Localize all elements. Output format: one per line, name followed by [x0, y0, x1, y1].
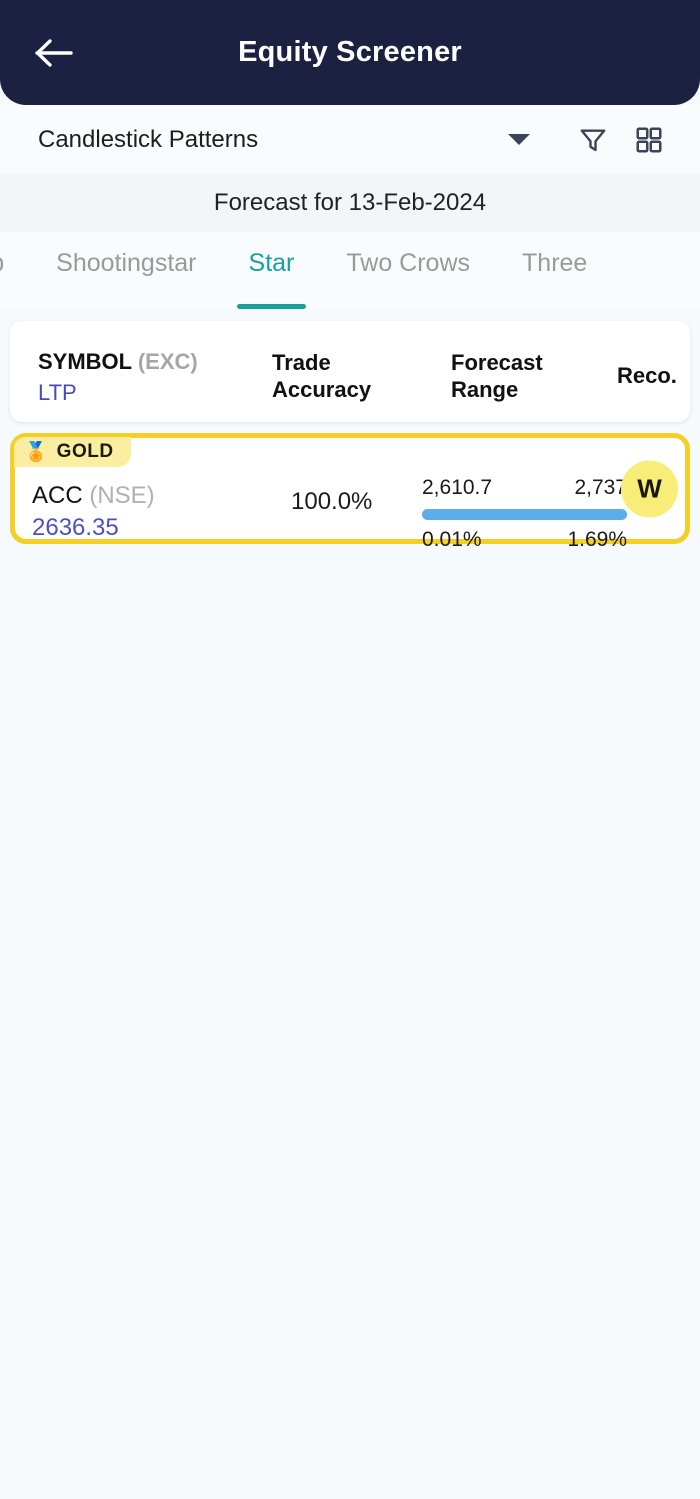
column-header-forecast-range: Forecast Range [451, 349, 543, 403]
column-header-forecast-range-line1: Forecast [451, 350, 543, 375]
tab-drop[interactable]: rop [0, 249, 30, 309]
row-pct-high: 1.69% [567, 528, 627, 551]
chevron-down-icon[interactable] [504, 125, 534, 155]
forecast-date-text: Forecast for 13-Feb-2024 [213, 189, 487, 216]
status-badge-label: GOLD [56, 441, 114, 462]
column-header-trade-accuracy: Trade Accuracy [272, 349, 371, 403]
row-symbol-block: ACC (NSE) 2636.35 [32, 482, 155, 542]
column-header-symbol-exchange: (EXC) [131, 349, 198, 374]
pattern-selector-row: Candlestick Patterns [0, 105, 700, 174]
column-header-symbol: SYMBOL (EXC) LTP [38, 349, 198, 406]
page-title: Equity Screener [238, 36, 462, 68]
tab-three[interactable]: Three [496, 249, 613, 309]
grid-view-icon[interactable] [626, 117, 672, 163]
tab-two-crows[interactable]: Two Crows [320, 249, 496, 309]
row-range-high: 2,737 [574, 476, 627, 499]
row-exchange: (NSE) [82, 482, 155, 509]
medal-icon: 🏅 [24, 441, 48, 463]
table-row[interactable]: 🏅 GOLD ACC (NSE) 2636.35 100.0% 2,610.7 … [10, 433, 690, 551]
tab-star[interactable]: Star [223, 249, 321, 309]
filter-funnel-icon[interactable] [570, 117, 616, 163]
row-pct-low: 0.01% [422, 528, 482, 551]
row-range-bar [422, 509, 627, 520]
arrow-left-icon [35, 37, 75, 69]
row-ltp: 2636.35 [32, 514, 119, 541]
pattern-tabs-strip[interactable]: rop Shootingstar Star Two Crows Three [0, 232, 700, 309]
row-forecast-range: 2,610.7 2,737 0.01% 1.69% [422, 476, 627, 552]
column-header-trade-accuracy-line2: Accuracy [272, 377, 372, 402]
row-trade-accuracy: 100.0% [291, 488, 373, 515]
pattern-select-value[interactable]: Candlestick Patterns [38, 126, 504, 154]
column-header-reco: Reco. [617, 363, 677, 388]
column-header-trade-accuracy-line1: Trade [272, 350, 331, 375]
row-range-low: 2,610.7 [422, 476, 493, 499]
row-symbol: ACC [32, 482, 83, 509]
app-bar: Equity Screener [0, 0, 700, 105]
status-badge: 🏅 GOLD [14, 437, 131, 467]
column-header-ltp: LTP [38, 380, 77, 405]
column-header-forecast-range-line2: Range [451, 377, 519, 402]
pattern-tabs[interactable]: rop Shootingstar Star Two Crows Three [0, 232, 700, 309]
column-header-symbol-main: SYMBOL [38, 349, 132, 374]
back-button[interactable] [28, 26, 82, 80]
forecast-date-band: Forecast for 13-Feb-2024 [0, 174, 700, 232]
table-header-card: SYMBOL (EXC) LTP Trade Accuracy Forecast… [10, 321, 690, 422]
tab-shootingstar[interactable]: Shootingstar [30, 249, 222, 309]
row-reco-badge[interactable]: W [621, 460, 678, 517]
